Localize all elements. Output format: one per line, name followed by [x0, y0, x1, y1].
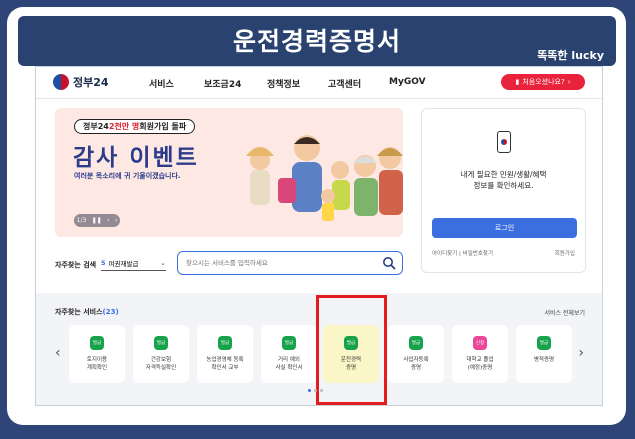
service-label-line2: (예정)증명 — [467, 365, 493, 371]
taeguk-icon — [501, 139, 507, 145]
first-visit-button[interactable]: ▮ 처음오셨나요? › — [501, 74, 585, 90]
login-message-line2: 정보를 확인하세요. — [473, 181, 534, 190]
highlight-annotation — [316, 295, 387, 405]
service-label: 대학교 졸업 (예정)증명 — [452, 356, 508, 372]
login-message-line1: 내게 필요한 민원/생활/혜택 — [460, 170, 547, 179]
brand-tag: 똑똑한 lucky — [537, 49, 604, 62]
pill-suffix: 회원가입 돌파 — [139, 122, 187, 131]
service-label: 건강보험자격득실확인 — [133, 356, 189, 372]
issue-badge: 발급 — [537, 336, 551, 350]
banner-title: 운전경력증명서 — [232, 27, 401, 56]
hero-headline: 감사 이벤트 — [73, 145, 199, 171]
carousel-dot[interactable] — [320, 389, 323, 392]
search-icon[interactable] — [382, 256, 396, 270]
chevron-down-icon: ⌄ — [160, 258, 166, 267]
service-tile[interactable]: 발급 토지이용계획확인 — [69, 325, 125, 383]
service-label-line1: 농업경영체 등록 — [206, 357, 244, 363]
service-label-line1: 거리 예외 — [278, 357, 300, 363]
service-label-line1: 대학교 졸업 — [466, 357, 494, 363]
login-card: 내게 필요한 민원/생활/혜택 정보를 확인하세요. 로그인 아이디찾기 | 비… — [421, 108, 586, 273]
issue-badge: 발급 — [409, 336, 423, 350]
issue-badge: 발급 — [90, 336, 104, 350]
login-button[interactable]: 로그인 — [432, 218, 577, 238]
nav-item-services[interactable]: 서비스 — [149, 77, 174, 90]
apply-badge: 신청 — [473, 336, 487, 350]
next-icon[interactable]: › — [115, 217, 117, 224]
mobile-id-icon — [497, 131, 511, 153]
family-illustration — [246, 135, 403, 221]
service-label-line1: 병적증명 — [533, 357, 555, 363]
event-banner[interactable]: 정부24 2천만 명 회원가입 돌파 감사 이벤트 여러분 목소리에 귀 기울이… — [55, 108, 403, 237]
prev-icon[interactable]: ‹ — [107, 217, 109, 224]
pause-icon[interactable]: ❚❚ — [92, 217, 102, 224]
service-tile[interactable]: 신청 대학교 졸업 (예정)증명 — [452, 325, 508, 383]
pill-prefix: 정부24 — [83, 122, 109, 131]
service-tile[interactable]: 발급 농업경영체 등록확인서 교부 — [197, 325, 253, 383]
nav-item-mygov[interactable]: MyGOV — [389, 77, 426, 87]
service-label: 병적증명 — [516, 356, 572, 364]
top-nav: 정부24 서비스 보조금24 정책정보 고객센터 MyGOV ▮ 처음오셨나요?… — [36, 67, 602, 99]
service-tile[interactable]: 발급 병적증명 — [516, 325, 572, 383]
chevron-right-icon[interactable]: › — [578, 345, 584, 361]
gov24-screenshot: 정부24 서비스 보조금24 정책정보 고객센터 MyGOV ▮ 처음오셨나요?… — [35, 66, 603, 406]
taeguk-icon — [53, 74, 69, 90]
first-visit-label: 처음오셨나요? — [522, 78, 565, 86]
services-count: (23) — [102, 308, 119, 316]
chevron-left-icon[interactable]: ‹ — [55, 345, 61, 361]
gov24-logo[interactable]: 정부24 — [53, 74, 109, 90]
view-all-services-link[interactable]: 서비스 전체보기 — [544, 308, 585, 317]
banner-pager[interactable]: 1/3 ❚❚ ‹ › — [74, 214, 120, 227]
nav-item-support[interactable]: 고객센터 — [328, 77, 361, 90]
services-title: 자주찾는 서비스(23) — [55, 307, 119, 317]
services-title-text: 자주찾는 서비스 — [55, 308, 103, 316]
carousel-dot[interactable] — [308, 389, 311, 392]
rank-number: 5 — [101, 258, 106, 267]
service-label: 토지이용계획확인 — [69, 356, 125, 372]
search-input[interactable] — [186, 256, 366, 270]
popular-search-value: 여권재발급 — [108, 259, 139, 268]
carousel-dots[interactable] — [308, 389, 323, 392]
service-label-line1: 건강보험 — [150, 357, 172, 363]
service-label: 농업경영체 등록확인서 교부 — [197, 356, 253, 372]
service-tile[interactable]: 발급 거리 예외사실 확인서 — [261, 325, 317, 383]
service-label: 사업자등록증명 — [388, 356, 444, 372]
pager-count: 1/3 — [76, 217, 87, 224]
service-label-line2: 자격득실확인 — [145, 365, 177, 371]
service-label-line2: 계획확인 — [86, 365, 108, 371]
popular-search-label: 자주찾는 검색 — [55, 261, 97, 269]
chevron-right-icon: › — [567, 78, 571, 86]
nav-item-policy[interactable]: 정책정보 — [267, 77, 300, 90]
carousel-dot[interactable] — [314, 389, 317, 392]
service-label-line1: 사업자등록 — [403, 357, 429, 363]
issue-badge: 발급 — [154, 336, 168, 350]
popular-search-select[interactable]: 5 여권재발급 ⌄ — [101, 255, 166, 271]
logo-text: 정부24 — [73, 76, 109, 89]
hero-subtitle: 여러분 목소리에 귀 기울이겠습니다. — [74, 172, 181, 180]
service-label-line2: 확인서 교부 — [211, 365, 239, 371]
pill-highlight: 2천만 명 — [108, 122, 140, 131]
hero-pill: 정부24 2천만 명 회원가입 돌파 — [74, 119, 196, 134]
bookmark-icon: ▮ — [515, 78, 520, 86]
service-tile[interactable]: 발급 사업자등록증명 — [388, 325, 444, 383]
title-banner: 운전경력증명서 똑똑한 lucky — [18, 16, 616, 66]
service-label-line1: 토지이용 — [86, 357, 108, 363]
service-label-line2: 사실 확인서 — [275, 365, 303, 371]
nav-item-subsidy[interactable]: 보조금24 — [204, 77, 241, 90]
service-label: 거리 예외사실 확인서 — [261, 356, 317, 372]
issue-badge: 발급 — [218, 336, 232, 350]
login-message: 내게 필요한 민원/생활/혜택 정보를 확인하세요. — [422, 169, 585, 191]
find-account-links[interactable]: 아이디찾기 | 비밀번호찾기 — [432, 249, 493, 257]
signup-link[interactable]: 회원가입 — [555, 249, 575, 257]
issue-badge: 발급 — [282, 336, 296, 350]
search-box[interactable] — [177, 251, 403, 275]
service-label-line2: 증명 — [410, 365, 422, 371]
service-tile[interactable]: 발급 건강보험자격득실확인 — [133, 325, 189, 383]
